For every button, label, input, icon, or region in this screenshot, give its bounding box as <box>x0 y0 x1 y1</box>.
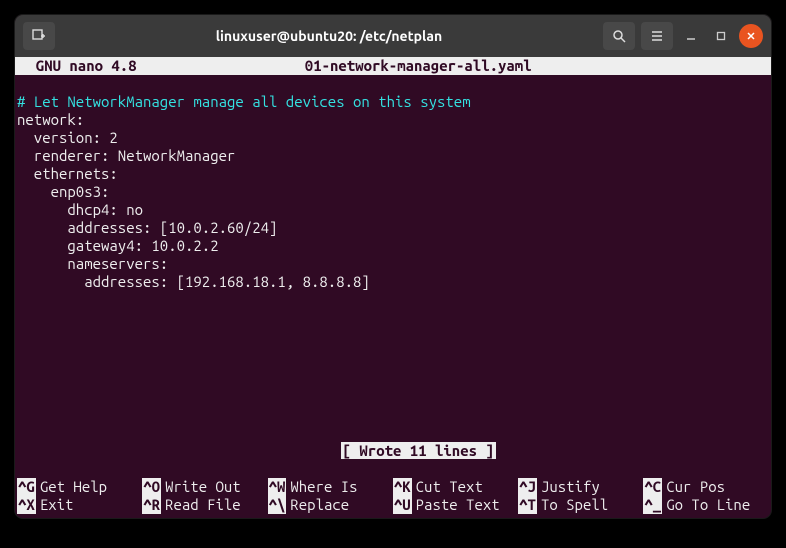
file-line: dhcp4: no <box>17 201 143 218</box>
nano-app-name: GNU nano 4.8 <box>19 57 137 75</box>
hamburger-icon <box>650 29 664 43</box>
shortcut-where-is: ^WWhere Is <box>268 478 393 496</box>
maximize-icon <box>716 31 726 41</box>
nano-shortcuts: ^GGet Help ^OWrite Out ^WWhere Is ^KCut … <box>15 478 771 518</box>
titlebar: linuxuser@ubuntu20: /etc/netplan <box>15 15 771 57</box>
shortcut-justify: ^JJustify <box>518 478 643 496</box>
file-line: gateway4: 10.0.2.2 <box>17 237 219 254</box>
window-title: linuxuser@ubuntu20: /etc/netplan <box>63 28 595 44</box>
shortcut-go-to-line: ^_Go To Line <box>643 496 768 514</box>
shortcut-row: ^GGet Help ^OWrite Out ^WWhere Is ^KCut … <box>17 478 769 496</box>
shortcut-exit: ^XExit <box>17 496 142 514</box>
new-tab-button[interactable] <box>23 22 55 50</box>
nano-status-text: [ Wrote 11 lines ] <box>341 442 496 459</box>
file-line: ethernets: <box>17 165 118 182</box>
minimize-button[interactable] <box>679 24 703 48</box>
new-tab-icon <box>32 29 46 43</box>
shortcut-paste-text: ^UPaste Text <box>393 496 518 514</box>
nano-header: GNU nano 4.8 01-network-manager-all.yaml <box>15 57 771 75</box>
file-line: version: 2 <box>17 129 118 146</box>
nano-filename: 01-network-manager-all.yaml <box>137 57 700 75</box>
search-button[interactable] <box>603 22 635 50</box>
shortcut-row: ^XExit ^RRead File ^\Replace ^UPaste Tex… <box>17 496 769 514</box>
file-line-comment: # Let NetworkManager manage all devices … <box>17 93 471 110</box>
file-line: nameservers: <box>17 255 168 272</box>
file-line: addresses: [10.0.2.60/24] <box>17 219 277 236</box>
editor-body[interactable]: # Let NetworkManager manage all devices … <box>15 75 771 424</box>
file-line: addresses: [192.168.18.1, 8.8.8.8] <box>17 273 370 290</box>
shortcut-cut-text: ^KCut Text <box>393 478 518 496</box>
minimize-icon <box>686 31 696 41</box>
shortcut-replace: ^\Replace <box>268 496 393 514</box>
close-button[interactable] <box>739 24 763 48</box>
file-line: renderer: NetworkManager <box>17 147 235 164</box>
maximize-button[interactable] <box>709 24 733 48</box>
shortcut-cur-pos: ^CCur Pos <box>643 478 768 496</box>
shortcut-write-out: ^OWrite Out <box>142 478 267 496</box>
terminal-area[interactable]: GNU nano 4.8 01-network-manager-all.yaml… <box>15 57 771 518</box>
shortcut-to-spell: ^TTo Spell <box>518 496 643 514</box>
menu-button[interactable] <box>641 22 673 50</box>
file-line: enp0s3: <box>17 183 109 200</box>
shortcut-get-help: ^GGet Help <box>17 478 142 496</box>
shortcut-read-file: ^RRead File <box>142 496 267 514</box>
terminal-window: linuxuser@ubuntu20: /etc/netplan <box>15 15 771 518</box>
nano-status-bar: [ Wrote 11 lines ] <box>15 424 771 478</box>
search-icon <box>612 29 626 43</box>
close-icon <box>746 31 756 41</box>
file-line: network: <box>17 111 84 128</box>
